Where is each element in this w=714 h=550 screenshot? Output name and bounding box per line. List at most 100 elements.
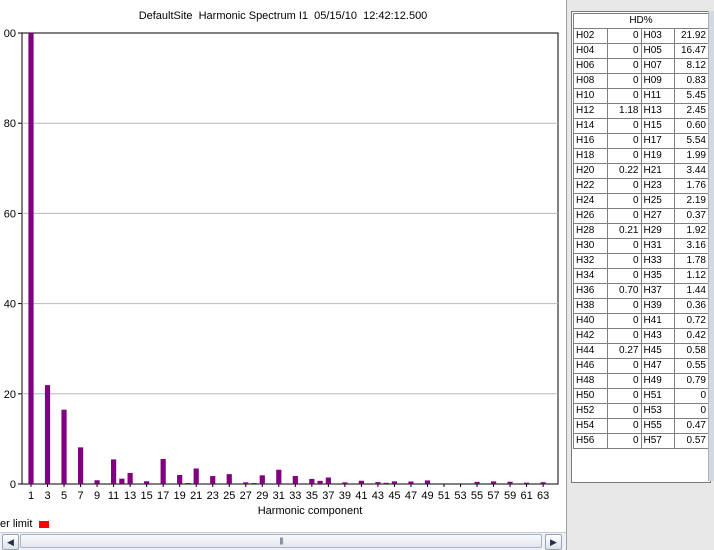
table-row: H44 0.27 H45 0.58 bbox=[573, 343, 709, 359]
table-row: H12 1.18 H13 2.45 bbox=[573, 103, 709, 119]
harmonic-value: 0 bbox=[606, 328, 642, 344]
bar-h11 bbox=[111, 459, 117, 484]
harmonic-value: 0 bbox=[606, 178, 642, 194]
harmonic-label: H19 bbox=[640, 148, 676, 164]
harmonic-label: H51 bbox=[640, 388, 676, 404]
harmonic-label: H47 bbox=[640, 358, 676, 374]
bar-h25 bbox=[226, 474, 232, 484]
x-tick-label: 61 bbox=[520, 490, 532, 502]
chevron-left-icon: ◀ bbox=[7, 537, 14, 547]
harmonic-label: H37 bbox=[640, 283, 676, 299]
harmonic-value: 0 bbox=[606, 253, 642, 269]
table-row: H08 0 H09 0.83 bbox=[573, 73, 709, 89]
harmonic-label: H43 bbox=[640, 328, 676, 344]
x-tick-label: 55 bbox=[471, 490, 483, 502]
harmonic-label: H38 bbox=[573, 298, 608, 314]
harmonic-value: 0.57 bbox=[674, 433, 709, 449]
bar-h7 bbox=[77, 447, 84, 484]
harmonic-value: 1.18 bbox=[606, 103, 642, 119]
harmonic-value: 0 bbox=[606, 433, 642, 449]
x-axis-label: Harmonic component bbox=[258, 505, 363, 517]
harmonic-label: H54 bbox=[573, 418, 608, 434]
harmonic-label: H42 bbox=[573, 328, 608, 344]
x-tick-label: 63 bbox=[537, 490, 549, 502]
harmonic-value: 0.60 bbox=[674, 118, 709, 134]
x-tick-label: 37 bbox=[322, 490, 334, 502]
x-tick-label: 41 bbox=[355, 490, 367, 502]
grip-icon: |||| bbox=[279, 538, 283, 545]
harmonic-label: H17 bbox=[640, 133, 676, 149]
harmonic-value: 0.70 bbox=[606, 283, 642, 299]
harmonic-label: H02 bbox=[573, 28, 608, 44]
table-row: H06 0 H07 8.12 bbox=[573, 58, 709, 74]
harmonic-label: H39 bbox=[640, 298, 676, 314]
harmonic-label: H46 bbox=[573, 358, 608, 374]
scroll-thumb[interactable]: |||| bbox=[20, 534, 542, 548]
harmonic-value: 0 bbox=[606, 148, 642, 164]
harmonic-value: 0 bbox=[606, 118, 642, 134]
x-tick-label: 1 bbox=[28, 490, 34, 502]
harmonic-value: 0.22 bbox=[606, 163, 642, 179]
table-row: H40 0 H41 0.72 bbox=[573, 313, 709, 329]
x-tick-label: 9 bbox=[94, 490, 100, 502]
harmonic-label: H50 bbox=[573, 388, 608, 404]
scroll-left-button[interactable]: ◀ bbox=[2, 534, 19, 550]
harmonic-value: 0 bbox=[606, 373, 642, 389]
harmonic-label: H36 bbox=[573, 283, 608, 299]
bar-h55 bbox=[474, 481, 480, 484]
harmonic-value: 0.42 bbox=[674, 328, 709, 344]
table-row: H54 0 H55 0.47 bbox=[573, 418, 709, 434]
harmonic-value: 0.21 bbox=[606, 223, 642, 239]
bar-h57 bbox=[490, 481, 497, 484]
harmonic-label: H29 bbox=[640, 223, 676, 239]
harmonic-label: H24 bbox=[573, 193, 608, 209]
bar-h41 bbox=[358, 480, 364, 484]
x-tick-label: 59 bbox=[504, 490, 516, 502]
harmonic-bar-chart: 008060402001 3 5 7 9 11 13 15 17 19 21 23 25 27 29 31 33… bbox=[4, 28, 559, 517]
harmonic-value: 0 bbox=[606, 238, 642, 254]
table-row: H48 0 H49 0.79 bbox=[573, 373, 709, 389]
table-row: H10 0 H11 5.45 bbox=[573, 88, 709, 104]
harmonic-value: 0 bbox=[674, 403, 709, 419]
bar-h19 bbox=[177, 475, 183, 484]
harmonic-label: H07 bbox=[640, 58, 676, 74]
bar-h31 bbox=[276, 469, 282, 484]
harmonic-label: H08 bbox=[573, 73, 608, 89]
harmonic-value: 0 bbox=[606, 73, 642, 89]
horizontal-scrollbar[interactable]: ◀ |||| ▶ bbox=[0, 532, 566, 550]
harmonic-value: 0 bbox=[606, 133, 642, 149]
x-tick-label: 19 bbox=[174, 490, 186, 502]
harmonic-value: 0 bbox=[674, 388, 709, 404]
harmonic-label: H18 bbox=[573, 148, 608, 164]
x-tick-label: 51 bbox=[438, 490, 450, 502]
bar-h27 bbox=[243, 482, 249, 484]
bar-h20 bbox=[185, 483, 191, 484]
harmonic-value: 0 bbox=[606, 28, 642, 44]
harmonic-value: 21.92 bbox=[674, 28, 709, 44]
x-tick-label: 3 bbox=[44, 490, 50, 502]
harmonic-value: 0.83 bbox=[674, 73, 709, 89]
harmonic-label: H09 bbox=[640, 73, 676, 89]
harmonic-label: H57 bbox=[640, 433, 676, 449]
harmonic-value: 0 bbox=[606, 298, 642, 314]
harmonic-value: 5.54 bbox=[674, 133, 709, 149]
hd-table-header: HD% bbox=[573, 13, 709, 29]
bar-h49 bbox=[424, 480, 431, 484]
table-row: H14 0 H15 0.60 bbox=[573, 118, 709, 134]
harmonic-label: H21 bbox=[640, 163, 676, 179]
x-tick-label: 23 bbox=[207, 490, 219, 502]
hd-table-container[interactable]: HD% H02 0 H03 21.92 H04 0 H05 16.47 H06 0 H07 8.12 H… bbox=[571, 11, 711, 483]
x-tick-label: 7 bbox=[77, 490, 83, 502]
bar-h35 bbox=[309, 478, 315, 484]
bar-h1 bbox=[28, 33, 34, 484]
y-tick-label: 60 bbox=[4, 208, 16, 220]
y-tick-label: 40 bbox=[4, 299, 16, 311]
harmonic-value: 1.78 bbox=[674, 253, 709, 269]
scroll-right-button[interactable]: ▶ bbox=[545, 534, 562, 550]
vertical-scrollbar[interactable] bbox=[708, 11, 714, 481]
harmonic-label: H14 bbox=[573, 118, 608, 134]
harmonic-label: H10 bbox=[573, 88, 608, 104]
harmonic-value: 0.79 bbox=[674, 373, 709, 389]
harmonic-label: H27 bbox=[640, 208, 676, 224]
table-row: H18 0 H19 1.99 bbox=[573, 148, 709, 164]
